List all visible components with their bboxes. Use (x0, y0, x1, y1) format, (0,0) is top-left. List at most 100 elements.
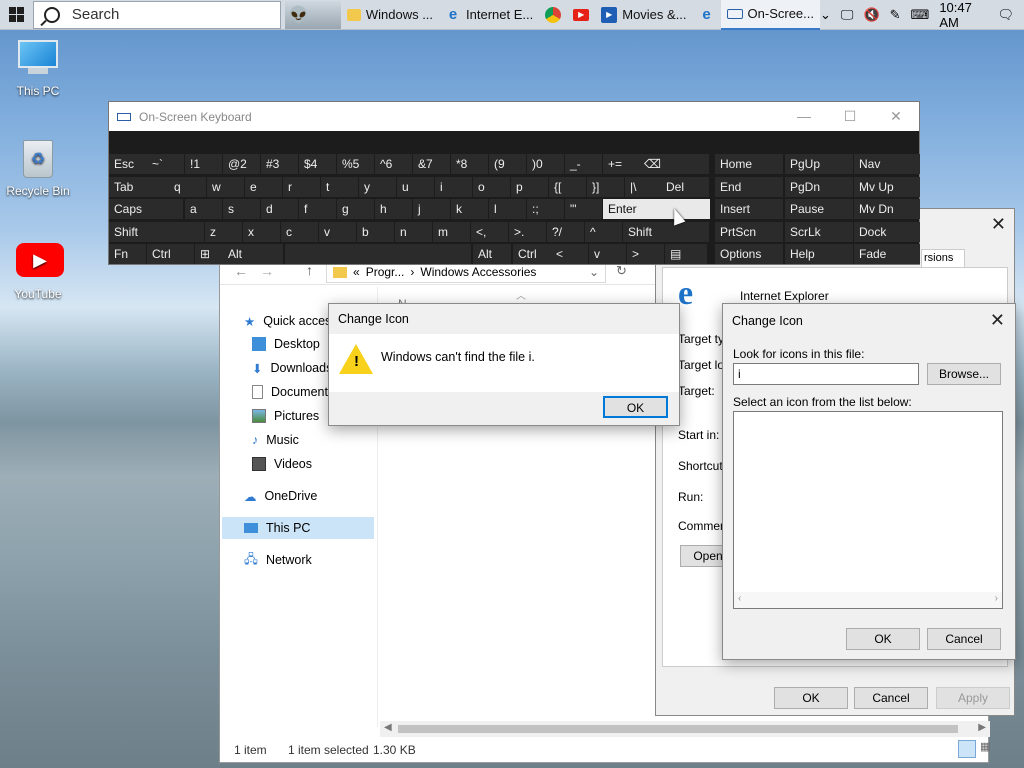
osk-key[interactable]: $4 (299, 154, 336, 174)
osk-key[interactable]: z (205, 221, 242, 242)
osk-key[interactable]: |\ (625, 176, 662, 197)
icon-file-field[interactable]: i (733, 363, 919, 385)
osk-key[interactable]: Fade (854, 244, 920, 264)
osk-key[interactable]: k (451, 199, 488, 219)
osk-key[interactable]: "' (565, 199, 602, 219)
taskbar-search-box[interactable]: Search (32, 0, 281, 29)
osk-key[interactable]: Nav (854, 154, 920, 174)
osk-key[interactable]: Alt (473, 244, 511, 264)
nav-music[interactable]: ♪ Music (252, 429, 299, 451)
osk-key[interactable]: s (223, 199, 260, 219)
osk-key[interactable]: Mv Up (854, 176, 920, 197)
osk-key[interactable]: }] (587, 176, 624, 197)
scroll-left-icon[interactable]: ‹ (738, 593, 741, 604)
osk-key[interactable]: ~` (147, 154, 184, 174)
osk-key[interactable]: v (589, 244, 626, 264)
osk-key[interactable]: PgUp (785, 154, 853, 174)
osk-key[interactable]: ⌫ (639, 154, 709, 174)
large-icons-view-icon[interactable]: ▦ (980, 740, 992, 758)
osk-key[interactable]: PrtScn (715, 221, 783, 242)
osk-key[interactable]: Fn (109, 244, 146, 264)
nav-documents[interactable]: Documents (252, 381, 334, 403)
osk-key[interactable]: o (473, 176, 510, 197)
osk-key[interactable]: n (395, 221, 432, 242)
notifications-icon[interactable]: 🗨 (998, 7, 1015, 23)
cortana-icon[interactable]: 👽 (284, 0, 341, 29)
volume-muted-icon[interactable]: 🔇 (863, 7, 879, 23)
osk-key[interactable]: ^6 (375, 154, 412, 174)
taskbar-app-movies[interactable]: ▶ Movies &... (595, 0, 692, 30)
osk-key[interactable] (285, 244, 471, 264)
nav-pictures[interactable]: Pictures (252, 405, 319, 427)
start-button[interactable] (0, 0, 33, 30)
osk-key[interactable]: Dock (854, 221, 920, 242)
osk-key[interactable]: (9 (489, 154, 526, 174)
osk-key[interactable]: j (413, 199, 450, 219)
osk-key[interactable]: Home (715, 154, 783, 174)
osk-key[interactable]: m (433, 221, 470, 242)
osk-key[interactable]: Options (715, 244, 783, 264)
osk-key[interactable]: <, (471, 221, 508, 242)
osk-key[interactable]: Insert (715, 199, 783, 219)
nav-videos[interactable]: Videos (252, 453, 312, 475)
taskbar-app-chrome[interactable] (539, 0, 567, 30)
osk-key[interactable]: Ctrl (513, 244, 551, 264)
osk-key[interactable]: < (551, 244, 588, 264)
osk-key[interactable]: q (169, 176, 206, 197)
osk-key[interactable]: >. (509, 221, 546, 242)
osk-key[interactable]: e (245, 176, 282, 197)
error-ok-button[interactable]: OK (603, 396, 668, 418)
osk-key[interactable]: ?/ (547, 221, 584, 242)
osk-key[interactable]: :; (527, 199, 564, 219)
nav-quick-access[interactable]: ★ Quick access (244, 310, 338, 332)
properties-cancel-button[interactable]: Cancel (854, 687, 928, 709)
close-icon[interactable]: ✕ (873, 108, 919, 125)
properties-apply-button[interactable]: Apply (936, 687, 1010, 709)
osk-key[interactable]: #3 (261, 154, 298, 174)
chevron-down-icon[interactable]: ⌄ (589, 265, 599, 279)
taskbar-app-on-screen-keyboard[interactable]: On-Scree... (720, 0, 820, 30)
osk-key[interactable]: Esc (109, 154, 147, 174)
icon-list-scrollbar[interactable]: ‹ › (734, 592, 1002, 608)
osk-key[interactable]: Help (785, 244, 853, 264)
osk-key[interactable]: w (207, 176, 244, 197)
osk-key[interactable]: Alt (223, 244, 283, 264)
osk-key[interactable]: t (321, 176, 358, 197)
osk-key[interactable]: Del (661, 176, 709, 197)
change-icon-cancel-button[interactable]: Cancel (927, 628, 1001, 650)
close-icon[interactable]: ✕ (990, 311, 1005, 329)
osk-key[interactable]: !1 (185, 154, 222, 174)
osk-key[interactable]: v (319, 221, 356, 242)
osk-key[interactable]: r (283, 176, 320, 197)
taskbar-app-internet-explorer[interactable]: e Internet E... (439, 0, 539, 30)
browse-button[interactable]: Browse... (927, 363, 1001, 385)
osk-key[interactable]: g (337, 199, 374, 219)
osk-key[interactable]: Shift (109, 221, 204, 242)
scroll-left-icon[interactable]: ◀ (384, 722, 392, 733)
osk-key[interactable]: Mv Dn (854, 199, 920, 219)
clock[interactable]: 10:47 AM (939, 0, 987, 30)
properties-ok-button[interactable]: OK (774, 687, 848, 709)
osk-key[interactable]: Ctrl (147, 244, 194, 264)
chevron-down-icon[interactable]: ⌄ (820, 7, 831, 23)
osk-key[interactable]: {[ (549, 176, 586, 197)
horizontal-scrollbar[interactable]: ◀ ▶ (380, 721, 990, 737)
osk-key[interactable]: Tab (109, 176, 169, 197)
taskbar-app-youtube[interactable]: ▶ (567, 0, 595, 30)
network-tray-icon[interactable]: 🖵 (841, 7, 854, 23)
osk-key[interactable]: *8 (451, 154, 488, 174)
osk-key[interactable]: Shift (623, 221, 709, 242)
touch-keyboard-icon[interactable]: ⌨ (911, 7, 930, 23)
osk-key[interactable]: += (603, 154, 640, 174)
scroll-thumb[interactable] (398, 725, 958, 733)
osk-key[interactable]: > (627, 244, 664, 264)
minimize-icon[interactable]: — (781, 108, 827, 125)
osk-key[interactable]: y (359, 176, 396, 197)
nav-downloads[interactable]: ⬇ Downloads (252, 357, 332, 379)
osk-key[interactable]: i (435, 176, 472, 197)
taskbar-app-explorer[interactable]: Windows ... (341, 0, 439, 30)
osk-key[interactable]: u (397, 176, 434, 197)
nav-network[interactable]: 🖧 Network (244, 549, 312, 571)
pen-icon[interactable]: ✎ (890, 7, 901, 23)
nav-desktop[interactable]: Desktop (252, 333, 320, 355)
